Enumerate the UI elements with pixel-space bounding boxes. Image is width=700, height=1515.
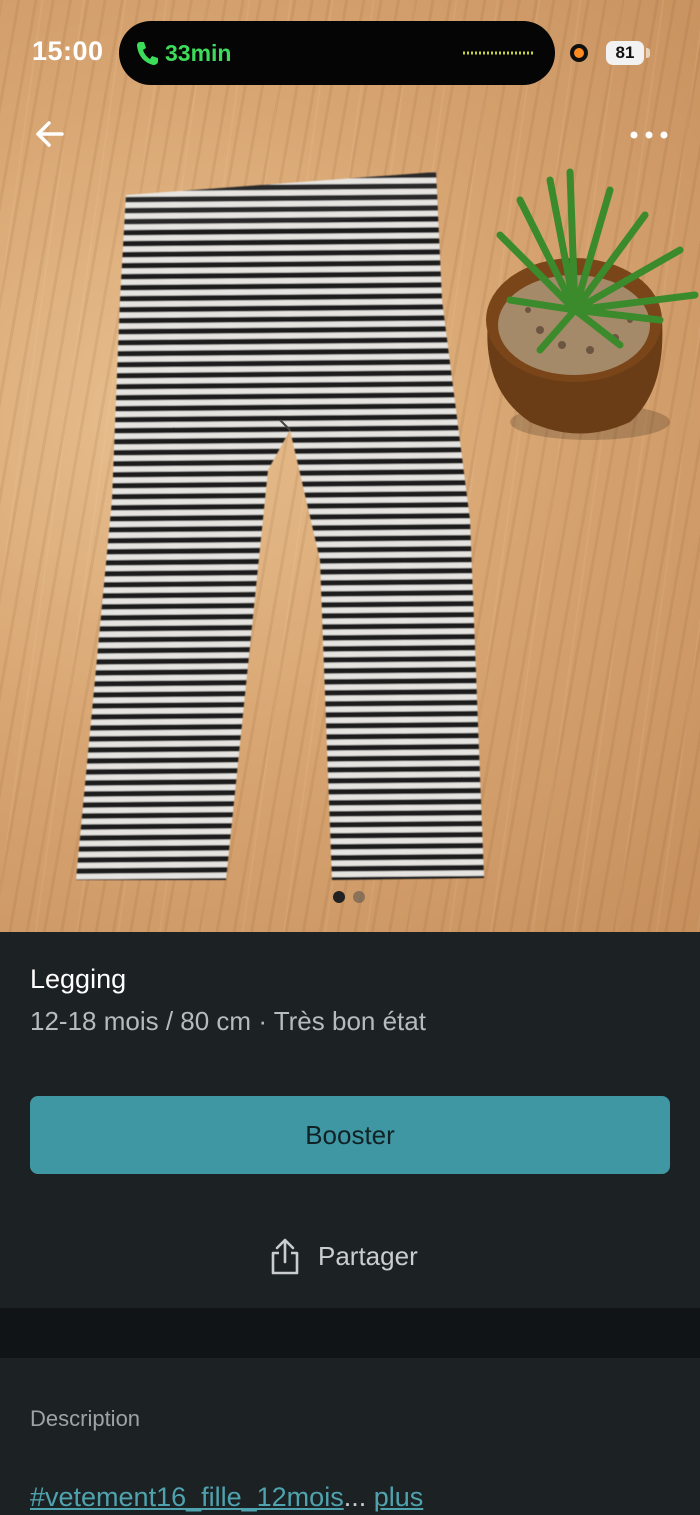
audio-wave-icon [463, 51, 533, 55]
share-label: Partager [318, 1240, 418, 1271]
battery-level: 81 [606, 41, 644, 65]
share-icon [271, 1238, 299, 1275]
dynamic-island-call[interactable]: 33min [119, 21, 555, 85]
plant-pot-image [486, 168, 699, 440]
description-label: Description [30, 1406, 141, 1431]
share-button[interactable]: Partager [268, 1234, 418, 1278]
booster-button[interactable]: Booster [30, 1096, 670, 1174]
item-title: Legging [30, 964, 127, 994]
page-dot [353, 891, 365, 903]
product-photo[interactable] [0, 0, 700, 932]
battery-tip [646, 48, 650, 58]
more-icon[interactable] [626, 118, 672, 152]
striped-legging-image [76, 172, 484, 880]
page-dot-active [333, 891, 345, 903]
call-duration: 33min [165, 40, 232, 66]
recording-indicator-icon [570, 44, 588, 62]
description-text: #vetement16_fille_12mois... plus [30, 1482, 423, 1513]
description-ellipsis: ... [343, 1482, 367, 1512]
item-info-section: Legging 12-18 mois / 80 cm · Très bon ét… [0, 932, 700, 1308]
section-divider [0, 1308, 700, 1358]
hashtag-link[interactable]: #vetement16_fille_12mois [30, 1482, 344, 1512]
gallery-pagination [333, 891, 365, 903]
back-arrow-icon[interactable] [30, 114, 70, 154]
more-link[interactable]: plus [374, 1482, 424, 1512]
description-section: Description #vetement16_fille_12mois... … [0, 1358, 700, 1515]
status-time: 15:00 [32, 36, 104, 66]
phone-icon [137, 42, 158, 65]
item-details: 12-18 mois / 80 cm · Très bon état [30, 1006, 426, 1036]
